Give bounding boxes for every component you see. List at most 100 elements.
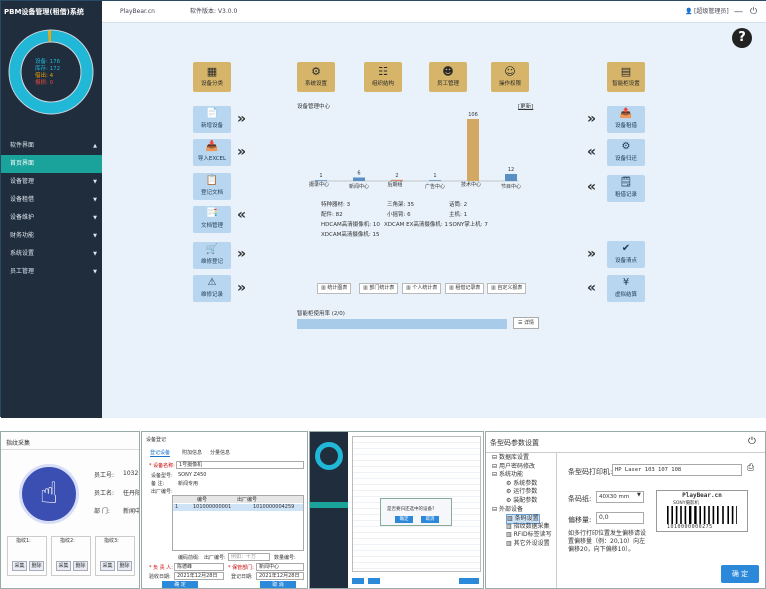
power-icon[interactable]: ⏻ bbox=[748, 436, 756, 447]
button-label: 统计图表 bbox=[327, 285, 348, 291]
sidebar-item-device-maintain[interactable]: 设备维护 ▼ bbox=[1, 209, 102, 227]
dialog-ok-button[interactable]: 确定 bbox=[395, 516, 413, 523]
printer-icon[interactable]: ⎙ bbox=[747, 463, 754, 473]
accept-date-input[interactable]: 2021年12月28日 bbox=[174, 572, 224, 580]
tree-item[interactable]: ▥ 其它外设设置 bbox=[506, 540, 550, 548]
repair-record-button[interactable]: ⚠ 维修记录 bbox=[193, 275, 231, 302]
cabinet-label-text: 智能柜使用率 bbox=[297, 311, 331, 317]
tree-item[interactable]: ⚙ 装配参数 bbox=[506, 497, 537, 505]
ok-button[interactable]: 确 定 bbox=[721, 565, 759, 583]
tree-item[interactable]: ⊟ 数据库设置 bbox=[492, 454, 529, 462]
user-role[interactable]: [超级管理员] bbox=[694, 1, 729, 23]
sidebar-item-system[interactable]: 系统设置 ▼ bbox=[1, 245, 102, 263]
sidebar-item-device-rent[interactable]: 设备租借 ▼ bbox=[1, 191, 102, 209]
tile-label: 系统设置 bbox=[304, 81, 327, 87]
delete-button[interactable]: 删除 bbox=[73, 561, 88, 571]
device-check-button[interactable]: ✔ 设备清点 bbox=[607, 241, 645, 268]
offset-input[interactable]: 0,0 bbox=[596, 512, 644, 524]
mini-sidebar bbox=[310, 432, 348, 588]
staff-manage-button[interactable]: ☻ 员工管理 bbox=[429, 62, 467, 92]
note-value[interactable]: 新闻专用 bbox=[178, 480, 198, 487]
keeper-input[interactable]: 陈德峰 bbox=[174, 563, 224, 571]
tree-item[interactable]: ▥ RFID标签读写 bbox=[506, 531, 552, 539]
delete-button[interactable]: 删除 bbox=[117, 561, 132, 571]
tree-item[interactable]: ⊟ 系统功能 bbox=[492, 471, 523, 479]
report-custom-button[interactable]: ▥ 自定义报表 bbox=[487, 283, 527, 294]
ok-button[interactable]: 确 定 bbox=[162, 581, 198, 588]
mini-action-button[interactable] bbox=[459, 578, 479, 584]
tree-node-icon: ⊟ bbox=[492, 454, 499, 461]
doc-manage-button[interactable]: 📑 文档管理 bbox=[193, 206, 231, 233]
keep-dept-input[interactable]: 新闻中心 bbox=[256, 563, 304, 571]
tab-component[interactable]: 分量信息 bbox=[210, 449, 230, 456]
tab-register[interactable]: 登记设备 bbox=[150, 449, 171, 457]
sidebar-item-device-manage[interactable]: 设备管理 ▼ bbox=[1, 173, 102, 191]
cancel-button[interactable]: 取 消 bbox=[260, 581, 296, 588]
tree-item[interactable]: ⊟ 用户密码修改 bbox=[492, 463, 535, 471]
collect-button[interactable]: 采集 bbox=[100, 561, 115, 571]
device-name-input[interactable]: 1号摄像机 bbox=[176, 461, 304, 469]
category-label: 广告中心 bbox=[425, 183, 445, 190]
report-dept-button[interactable]: ▥ 部门统计表 bbox=[359, 283, 399, 294]
sidebar-item-finance[interactable]: 财务功能 ▼ bbox=[1, 227, 102, 245]
device-model-value[interactable]: SONY Z450 bbox=[178, 472, 206, 478]
record-icon: 🗒 bbox=[619, 177, 633, 188]
sidebar-item-staff[interactable]: 员工管理 ▼ bbox=[1, 263, 102, 281]
collect-button[interactable]: 采集 bbox=[56, 561, 71, 571]
table-row[interactable]: 1 101000000001 1010000004259 bbox=[173, 504, 303, 511]
barcode-image bbox=[667, 506, 737, 524]
register-date-input[interactable]: 2021年12月28日 bbox=[256, 572, 304, 580]
keeper-label: * 负 责 人: bbox=[149, 565, 173, 571]
tab-extra[interactable]: 附加信息 bbox=[182, 449, 202, 456]
fingerprint-slot-2: 指纹2: 采集 删除 bbox=[51, 536, 91, 576]
device-rent-button[interactable]: 📤 设备租借 bbox=[607, 106, 645, 133]
tree-item[interactable]: ⚙ 运行参数 bbox=[506, 488, 537, 496]
dept-value: 新闻中心 bbox=[123, 508, 139, 515]
doc-add-icon: 📄 bbox=[205, 108, 219, 119]
report-rent-button[interactable]: ▥ 租借记录表 bbox=[445, 283, 485, 294]
caret-icon: ▼ bbox=[93, 179, 97, 185]
cabinet-icon: ▤ bbox=[620, 65, 632, 78]
report-chart-button[interactable]: ▥ 统计图表 bbox=[317, 283, 352, 294]
help-icon[interactable]: ? bbox=[732, 28, 752, 48]
fingerprint-slot-1: 指纹1: 采集 删除 bbox=[7, 536, 47, 576]
virtual-settle-button[interactable]: ¥ 虚拟结算 bbox=[607, 275, 645, 302]
detail-button[interactable]: ☰ 详情 bbox=[513, 317, 539, 329]
repair-register-button[interactable]: 🛒 维修登记 bbox=[193, 242, 231, 269]
category-label: 后期组 bbox=[387, 181, 402, 188]
org-structure-button[interactable]: ☷ 组织结构 bbox=[364, 62, 402, 92]
chevron-down-icon[interactable]: ▼ bbox=[637, 492, 641, 498]
import-excel-button[interactable]: 📥 导入EXCEL bbox=[193, 139, 231, 166]
register-doc-button[interactable]: 📋 登记文档 bbox=[193, 173, 231, 200]
sidebar-item-software[interactable]: 软件界面 ▲ bbox=[1, 137, 102, 155]
factory-input[interactable]: 例如：十万 bbox=[228, 553, 270, 561]
power-icon[interactable]: ⏻ bbox=[750, 1, 757, 23]
mini-action-button[interactable] bbox=[352, 578, 364, 584]
dialog-cancel-button[interactable]: 取消 bbox=[421, 516, 439, 523]
stat-item: 三角架: 35 bbox=[387, 202, 415, 208]
device-class-button[interactable]: ▦ 设备分类 bbox=[193, 62, 231, 92]
op-permission-button[interactable]: ☺ 操作权限 bbox=[491, 62, 529, 92]
collect-button[interactable]: 采集 bbox=[12, 561, 27, 571]
cabinet-progress-bar bbox=[297, 319, 507, 329]
tile-label: 文档管理 bbox=[200, 223, 223, 229]
tree-node-icon: ⊟ bbox=[492, 462, 499, 470]
sidebar-item-home[interactable]: 首页界面 bbox=[1, 155, 102, 173]
button-label: 部门统计表 bbox=[369, 285, 395, 291]
report-person-button[interactable]: ▥ 个人统计表 bbox=[402, 283, 442, 294]
system-settings-button[interactable]: ⚙ 系统设置 bbox=[297, 62, 335, 92]
smart-cabinet-button[interactable]: ▤ 智能柜设置 bbox=[607, 62, 645, 92]
minimize-icon[interactable]: — bbox=[734, 1, 743, 23]
tree-item[interactable]: ▥ 指纹数据采集 bbox=[506, 523, 550, 531]
tree-item[interactable]: ⚙ 系统参数 bbox=[506, 480, 537, 488]
software-version: 软件版本: V3.0.0 bbox=[190, 8, 238, 15]
printer-select[interactable]: HP Laser 103 107 108 bbox=[612, 464, 742, 476]
device-return-button[interactable]: ⚙ 设备归还 bbox=[607, 139, 645, 166]
delete-button[interactable]: 删除 bbox=[29, 561, 44, 571]
top-bar: PlayBear.cn 软件版本: V3.0.0 👤 [超级管理员] — ⏻ bbox=[102, 1, 766, 23]
tree-item[interactable]: ⊟ 外部设备 bbox=[492, 506, 523, 514]
mini-action-button[interactable] bbox=[368, 578, 380, 584]
new-device-button[interactable]: 📄 新增设备 bbox=[193, 106, 231, 133]
person-lock-icon: ☺ bbox=[504, 65, 516, 78]
rent-record-button[interactable]: 🗒 租借记录 bbox=[607, 175, 645, 202]
